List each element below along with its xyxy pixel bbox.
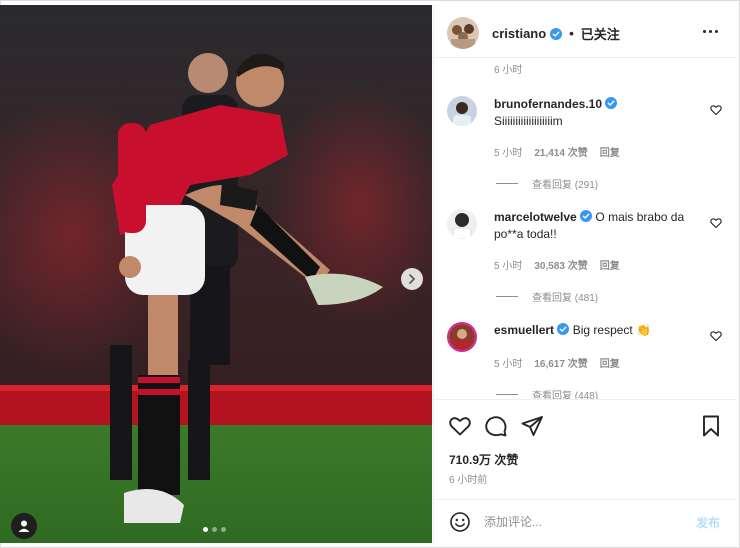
emoji-icon[interactable]	[449, 511, 471, 533]
bookmark-icon[interactable]	[699, 414, 723, 438]
comment-text: marcelotwelve O mais brabo da po**a toda…	[494, 209, 694, 243]
comment-meta: 5 小时 21,414 次赞 回复	[494, 144, 620, 159]
comment-meta: 5 小时 16,617 次赞 回复	[494, 355, 620, 370]
commenter-avatar[interactable]	[447, 322, 477, 352]
comment-username[interactable]: marcelotwelve	[494, 210, 577, 224]
comment-body: Big respect 👏	[572, 323, 652, 337]
comment-username[interactable]: brunofernandes.10	[494, 97, 602, 111]
comment-meta: 5 小时 30,583 次赞 回复	[494, 257, 620, 272]
comment-text: brunofernandes.10 Siiiiiiiiiiiiiiiiiiim	[494, 96, 694, 130]
carousel-next-button[interactable]	[401, 268, 423, 290]
carousel-dot	[203, 527, 208, 532]
comment-input[interactable]	[484, 512, 684, 532]
reply-button[interactable]: 回复	[600, 355, 620, 370]
post-header: cristiano • 已关注	[434, 5, 736, 58]
view-replies-label: 查看回复 (448)	[532, 391, 599, 399]
verified-badge-icon	[557, 323, 570, 335]
avatar-image	[447, 209, 477, 239]
author-avatar[interactable]	[447, 17, 479, 49]
comment-likes[interactable]: 21,414 次赞	[534, 144, 587, 159]
carousel-indicator	[203, 527, 226, 532]
author-username[interactable]: cristiano	[492, 26, 546, 41]
carousel-dot	[212, 527, 217, 532]
paper-plane-icon[interactable]	[520, 414, 544, 438]
more-options-button[interactable]	[700, 23, 720, 39]
comment-likes[interactable]: 30,583 次赞	[534, 257, 587, 272]
more-icon-dot	[702, 29, 706, 33]
comment-text: esmuellert Big respect 👏	[494, 322, 694, 339]
view-replies-label: 查看回复 (291)	[532, 180, 599, 191]
post-photo	[0, 5, 432, 543]
comment-like-icon[interactable]	[710, 217, 722, 229]
view-replies-label: 查看回复 (481)	[532, 293, 599, 304]
replies-divider	[496, 394, 518, 395]
post-comment-button[interactable]: 发布	[696, 514, 720, 531]
reply-button[interactable]: 回复	[600, 144, 620, 159]
comment-time: 5 小时	[494, 148, 523, 159]
avatar-image	[447, 17, 479, 49]
caption-time: 6 小时	[494, 65, 523, 76]
post-media[interactable]	[0, 5, 432, 543]
header-separator: •	[569, 26, 574, 41]
comment-username[interactable]: esmuellert	[494, 323, 554, 337]
author-info: cristiano • 已关注	[492, 24, 620, 43]
heart-outline-icon[interactable]	[448, 414, 472, 438]
comment-time: 5 小时	[494, 359, 523, 370]
comment-body: Siiiiiiiiiiiiiiiiiiim	[494, 114, 563, 128]
replies-divider	[496, 296, 518, 297]
commenter-avatar[interactable]	[447, 96, 477, 126]
view-replies-button[interactable]: 查看回复 (291)	[496, 176, 598, 191]
comments-list[interactable]: 6 小时 brunofernandes.10 Siiiiiiiiiiiiiiii…	[434, 58, 736, 399]
avatar-image	[447, 96, 477, 126]
comment-like-icon[interactable]	[710, 330, 722, 342]
comment-time: 5 小时	[494, 261, 523, 272]
chevron-right-icon	[409, 274, 415, 284]
comment-likes[interactable]: 16,617 次赞	[534, 355, 587, 370]
post-actions: 710.9万 次赞 6 小时前	[434, 399, 736, 499]
likes-count[interactable]: 710.9万 次赞	[449, 451, 518, 468]
comment-like-icon[interactable]	[710, 104, 722, 116]
more-icon-dot	[714, 29, 718, 33]
verified-badge-icon	[580, 210, 593, 222]
replies-divider	[496, 183, 518, 184]
follow-status-button[interactable]: 已关注	[581, 24, 620, 43]
reply-button[interactable]: 回复	[600, 257, 620, 272]
view-replies-button[interactable]: 查看回复 (448)	[496, 387, 598, 399]
verified-badge-icon	[550, 27, 563, 40]
carousel-dot	[221, 527, 226, 532]
verified-badge-icon	[605, 97, 618, 109]
commenter-avatar[interactable]	[447, 209, 477, 239]
more-icon-dot	[708, 29, 712, 33]
tagged-users-button[interactable]	[11, 513, 37, 539]
avatar-image	[449, 324, 475, 350]
post-sidebar: cristiano • 已关注 6 小时 brunofernandes.10 S…	[433, 5, 736, 543]
view-replies-button[interactable]: 查看回复 (481)	[496, 289, 598, 304]
person-icon	[18, 520, 30, 532]
comment-composer: 发布	[434, 499, 736, 543]
post-timestamp: 6 小时前	[449, 475, 488, 486]
speech-bubble-icon[interactable]	[484, 414, 508, 438]
